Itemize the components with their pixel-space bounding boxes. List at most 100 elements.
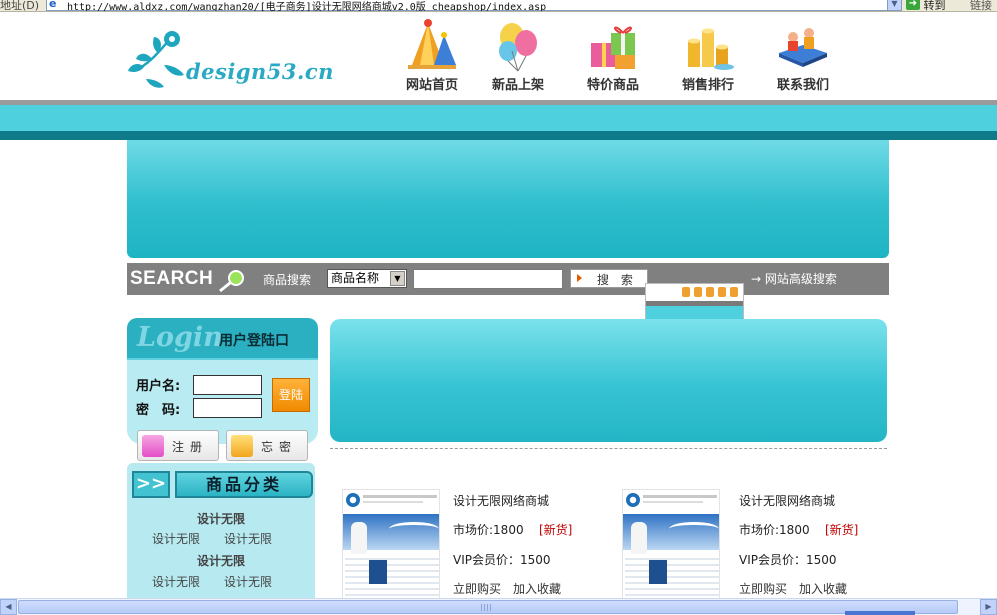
buy-now-link[interactable]: 立即购买 (453, 580, 501, 597)
product-card: 设计无限网络商城 市场价:1800 [新货] VIP会员价：1500 立即购买 … (622, 489, 872, 601)
image-header-bar (643, 501, 703, 503)
image-swoosh (389, 522, 439, 536)
book-people-icon (779, 28, 827, 67)
register-label: 注册 (172, 440, 209, 454)
buy-now-link[interactable]: 立即购买 (739, 580, 787, 597)
login-title: 用户登陆口 (219, 333, 289, 349)
image-content (345, 554, 439, 600)
add-favorite-link[interactable]: 加入收藏 (799, 580, 847, 597)
gift-box-icon (591, 26, 635, 69)
scroll-left-icon[interactable]: ◀ (0, 599, 17, 615)
image-swoosh (669, 522, 719, 536)
site-header: design53.cn 网站首页 新品上架 特价商品 销售排行 联系我们 (0, 13, 997, 101)
search-button[interactable]: 搜 索 (570, 269, 648, 288)
browser-address-bar: 地址(D) e http://www.aldxz.com/wangzhan20/… (0, 0, 997, 12)
image-product-box (649, 560, 667, 584)
product-name[interactable]: 设计无限网络商城 (453, 492, 549, 509)
register-button[interactable]: 注册 (137, 430, 219, 461)
product-image[interactable] (342, 489, 440, 601)
product-card: 设计无限网络商城 市场价:1800 [新货] VIP会员价：1500 立即购买 … (342, 489, 612, 601)
category-group-title[interactable]: 设计无限 (127, 510, 315, 527)
thumb-nav-icon (694, 287, 702, 297)
nav-label: 联系我们 (776, 78, 829, 93)
go-label: 转到 (923, 0, 946, 12)
thumb-nav-icon (706, 287, 714, 297)
product-new-badge: [新货] (539, 523, 573, 537)
category-item[interactable]: 设计无限 (152, 573, 200, 590)
category-group-title[interactable]: 设计无限 (127, 552, 315, 569)
main-banner (330, 319, 887, 442)
grip-icon (481, 604, 491, 611)
image-header-bar (363, 495, 437, 498)
nav-label: 销售排行 (681, 78, 734, 93)
brand-logo-icon (626, 493, 640, 507)
image-header-bar (643, 495, 717, 498)
nav-label: 网站首页 (405, 78, 458, 93)
search-button-label: 搜 索 (597, 273, 637, 287)
username-field[interactable] (193, 375, 262, 395)
nav-label: 新品上架 (491, 78, 544, 93)
image-person (631, 522, 647, 554)
go-button[interactable]: ➜ 转到 (906, 0, 960, 12)
image-product-box (369, 560, 387, 584)
search-title: SEARCH (130, 268, 214, 289)
login-word: Login (137, 322, 223, 353)
thumb-nav-icon (730, 287, 738, 297)
password-label: 密 码: (136, 403, 181, 418)
search-bar: SEARCH 商品搜索 商品名称 ▼ 搜 索 → 网站高级搜索 (127, 263, 889, 295)
nav-item-home[interactable]: 网站首页 (392, 17, 472, 99)
chevron-down-icon[interactable]: ▼ (887, 0, 901, 10)
forgot-password-button[interactable]: 忘密 (226, 430, 308, 461)
product-market-price: 市场价:1800 (453, 523, 524, 537)
category-panel: >> 商品分类 设计无限 设计无限 设计无限 设计无限 设计无限 设计无限 (127, 463, 315, 603)
double-arrow-icon: >> (132, 471, 170, 498)
links-label[interactable]: 链接 (970, 0, 992, 11)
brand-logo-icon (346, 493, 360, 507)
category-item[interactable]: 设计无限 (224, 573, 272, 590)
search-field-select[interactable]: 商品名称 ▼ (327, 269, 407, 288)
section-divider (330, 448, 887, 449)
triangle-right-icon (577, 274, 582, 282)
party-hat-icon (408, 19, 456, 69)
balloon-icon (499, 23, 537, 72)
address-label: 地址(D) (0, 0, 40, 12)
ie-page-icon: e (49, 0, 57, 10)
scrollbar-thumb[interactable] (18, 600, 958, 614)
product-vip-price: VIP会员价：1500 (739, 553, 837, 567)
upload-arrow-icon (142, 435, 164, 457)
search-label: 商品搜索 (263, 273, 312, 287)
nav-item-specials[interactable]: 特价商品 (573, 17, 653, 99)
image-person (351, 522, 367, 554)
chevron-down-icon: ▼ (390, 271, 405, 286)
nav-label: 特价商品 (586, 78, 639, 93)
login-button[interactable]: 登陆 (272, 378, 310, 412)
password-field[interactable] (193, 398, 262, 418)
product-name[interactable]: 设计无限网络商城 (739, 492, 835, 509)
product-image[interactable] (622, 489, 720, 601)
image-content (625, 554, 719, 600)
thumb-nav-icon (682, 287, 690, 297)
username-label: 用户名: (136, 379, 181, 394)
nav-item-new-arrivals[interactable]: 新品上架 (478, 17, 558, 99)
category-item[interactable]: 设计无限 (152, 530, 200, 547)
search-input[interactable] (413, 269, 563, 289)
header-band (0, 105, 997, 131)
address-field[interactable]: e http://www.aldxz.com/wangzhan20/[电子商务]… (46, 0, 902, 11)
go-arrow-icon: ➜ (906, 0, 920, 10)
nav-item-contact[interactable]: 联系我们 (763, 17, 843, 99)
nav-item-sales-ranking[interactable]: 销售排行 (668, 17, 748, 99)
scroll-right-icon[interactable]: ▶ (980, 599, 997, 615)
search-select-value: 商品名称 (331, 271, 380, 285)
advanced-search-link[interactable]: → 网站高级搜索 (751, 270, 837, 287)
image-header-bar (363, 501, 423, 503)
magnifier-icon (219, 270, 244, 293)
category-title: 商品分类 (175, 471, 313, 498)
category-item[interactable]: 设计无限 (224, 530, 272, 547)
address-url[interactable]: http://www.aldxz.com/wangzhan20/[电子商务]设计… (67, 0, 546, 11)
thumb-nav-icon (718, 287, 726, 297)
top-banner (127, 140, 889, 258)
logo-text: design53.cn (186, 59, 334, 84)
add-favorite-link[interactable]: 加入收藏 (513, 580, 561, 597)
lock-icon (231, 435, 253, 457)
site-logo[interactable]: design53.cn (124, 25, 344, 95)
